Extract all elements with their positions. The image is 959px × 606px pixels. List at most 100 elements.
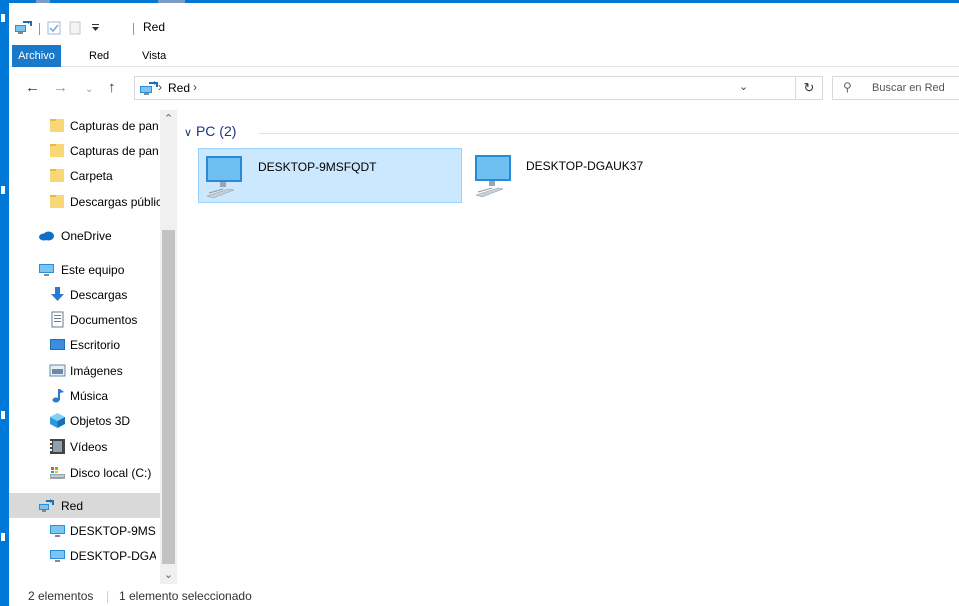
sidebar-item-label: OneDrive xyxy=(61,229,112,243)
address-dropdown-icon[interactable]: ⌄ xyxy=(739,80,748,93)
title-separator xyxy=(133,23,134,35)
tab-red[interactable]: Red xyxy=(89,45,109,67)
properties-icon[interactable] xyxy=(47,21,61,38)
sidebar-item-descargas-publicas[interactable]: Descargas públic xyxy=(9,189,162,214)
computer-name: DESKTOP-9MSFQDT xyxy=(258,160,377,174)
sidebar-item-videos[interactable]: Vídeos xyxy=(9,434,160,459)
sidebar-item-label: Descargas públic xyxy=(70,195,163,209)
breadcrumb-red[interactable]: Red xyxy=(168,81,190,95)
computer-name: DESKTOP-DGAUK37 xyxy=(526,159,644,173)
qat-dropdown-icon[interactable] xyxy=(91,22,100,36)
file-explorer-window: Red Archivo Red Vista ← → ⌄ ↑ › Red › ⌄ xyxy=(9,0,959,606)
content-pane: ∨ PC (2) DESKTOP-9MSFQDT DESKTOP-DGAUK37 xyxy=(177,110,959,584)
forward-arrow-icon[interactable]: → xyxy=(53,80,68,96)
status-bar: 2 elementos 1 elemento seleccionado xyxy=(9,584,959,606)
scroll-down-icon[interactable]: ⌄ xyxy=(160,568,177,581)
folder-icon xyxy=(50,119,64,132)
scrollbar-thumb[interactable] xyxy=(162,230,175,564)
sidebar-item-documentos[interactable]: Documentos xyxy=(9,307,160,332)
search-input[interactable]: ⚲ Buscar en Red xyxy=(832,76,959,100)
computer-icon xyxy=(206,156,242,199)
cube-icon xyxy=(50,413,65,428)
new-folder-icon[interactable] xyxy=(68,21,82,38)
desktop-icon xyxy=(50,339,65,350)
refresh-icon[interactable]: ↻ xyxy=(796,76,823,100)
edge-mark xyxy=(1,533,5,541)
folder-icon xyxy=(50,144,64,157)
computer-icon xyxy=(39,264,54,276)
sidebar-item-descargas[interactable]: Descargas xyxy=(9,282,160,307)
sidebar-item-label: Escritorio xyxy=(70,338,121,352)
tab-archivo[interactable]: Archivo xyxy=(12,45,61,67)
edge-mark xyxy=(1,411,5,419)
group-label: PC (2) xyxy=(195,123,237,139)
sidebar-item-red[interactable]: Red xyxy=(9,493,160,518)
network-icon xyxy=(139,81,159,99)
breadcrumb-chevron[interactable]: › xyxy=(193,80,197,94)
title-separator xyxy=(39,23,40,35)
computer-icon xyxy=(50,550,65,562)
scroll-up-icon[interactable]: ⌃ xyxy=(160,112,177,125)
sidebar-item-label: Imágenes xyxy=(70,364,123,378)
window-title: Red xyxy=(143,20,166,34)
status-selection: 1 elemento seleccionado xyxy=(119,589,252,603)
breadcrumb-chevron[interactable]: › xyxy=(158,80,162,94)
navigation-bar: ← → ⌄ ↑ › Red › ⌄ ↻ ⚲ Buscar en Red xyxy=(9,68,959,110)
group-header-pc[interactable]: ∨ PC (2) xyxy=(184,123,236,139)
tab-vista[interactable]: Vista xyxy=(142,45,166,67)
sidebar-item-capturas-2[interactable]: Capturas de pan xyxy=(9,138,160,163)
address-bar[interactable]: › Red › ⌄ xyxy=(134,76,796,100)
computer-tile-desktop-9msfqdt[interactable]: DESKTOP-9MSFQDT xyxy=(198,148,462,203)
network-icon xyxy=(39,499,54,512)
sidebar-item-label: DESKTOP-9MSFQDT xyxy=(70,524,156,538)
background-window-edge xyxy=(0,0,9,606)
sidebar-item-label: Capturas de pan xyxy=(70,144,159,158)
sidebar-item-label: Música xyxy=(70,389,109,403)
sidebar-item-label: Documentos xyxy=(70,313,138,327)
navigation-pane: Capturas de pan Capturas de pan Carpeta … xyxy=(9,110,177,584)
sidebar-item-imagenes[interactable]: Imágenes xyxy=(9,358,160,383)
up-arrow-icon[interactable]: ↑ xyxy=(108,80,116,96)
sidebar-item-label: Descargas xyxy=(70,288,128,302)
back-arrow-icon[interactable]: ← xyxy=(25,80,40,96)
sidebar-item-label: Este equipo xyxy=(61,263,125,277)
folder-icon xyxy=(50,169,64,182)
title-bar: Red xyxy=(9,3,959,41)
computer-icon xyxy=(475,155,511,198)
folder-icon xyxy=(50,195,64,208)
sidebar-item-capturas-1[interactable]: Capturas de pan xyxy=(9,113,160,138)
sidebar-item-label: Red xyxy=(61,499,84,513)
download-icon xyxy=(51,287,64,301)
chevron-down-icon[interactable]: ⌄ xyxy=(85,82,93,98)
video-icon xyxy=(50,439,65,454)
image-icon xyxy=(49,364,66,377)
status-separator xyxy=(107,591,108,603)
computer-tile-desktop-dgauk37[interactable]: DESKTOP-DGAUK37 xyxy=(468,148,732,203)
sidebar-item-label: Objetos 3D xyxy=(70,414,131,428)
sidebar-item-carpeta[interactable]: Carpeta xyxy=(9,163,160,188)
group-divider xyxy=(259,133,959,134)
sidebar-item-label: Carpeta xyxy=(70,169,113,183)
network-icon[interactable] xyxy=(14,20,32,38)
sidebar-item-musica[interactable]: Música xyxy=(9,383,160,408)
cloud-icon xyxy=(39,231,54,241)
sidebar-item-desktop-dgauk37[interactable]: DESKTOP-DGAUK37 xyxy=(9,543,160,568)
edge-mark xyxy=(1,186,5,194)
sidebar-item-label: DESKTOP-DGAUK37 xyxy=(70,549,156,563)
sidebar-item-este-equipo[interactable]: Este equipo xyxy=(9,257,160,282)
document-icon xyxy=(51,311,64,328)
search-placeholder: Buscar en Red xyxy=(872,82,945,94)
sidebar-scrollbar[interactable]: ⌃ ⌄ xyxy=(160,110,177,584)
sidebar-item-desktop-9msfqdt[interactable]: DESKTOP-9MSFQDT xyxy=(9,518,160,543)
ribbon-tabs: Archivo Red Vista xyxy=(9,45,959,67)
sidebar-item-escritorio[interactable]: Escritorio xyxy=(9,332,160,357)
status-item-count: 2 elementos xyxy=(28,589,94,603)
drive-icon xyxy=(50,467,65,479)
edge-mark xyxy=(1,14,5,22)
music-icon xyxy=(52,389,64,403)
group-collapse-icon[interactable]: ∨ xyxy=(184,127,192,139)
sidebar-item-label: Vídeos xyxy=(70,440,108,454)
sidebar-item-objetos-3d[interactable]: Objetos 3D xyxy=(9,408,160,433)
sidebar-item-onedrive[interactable]: OneDrive xyxy=(9,223,160,248)
sidebar-item-disco-local[interactable]: Disco local (C:) xyxy=(9,460,160,485)
